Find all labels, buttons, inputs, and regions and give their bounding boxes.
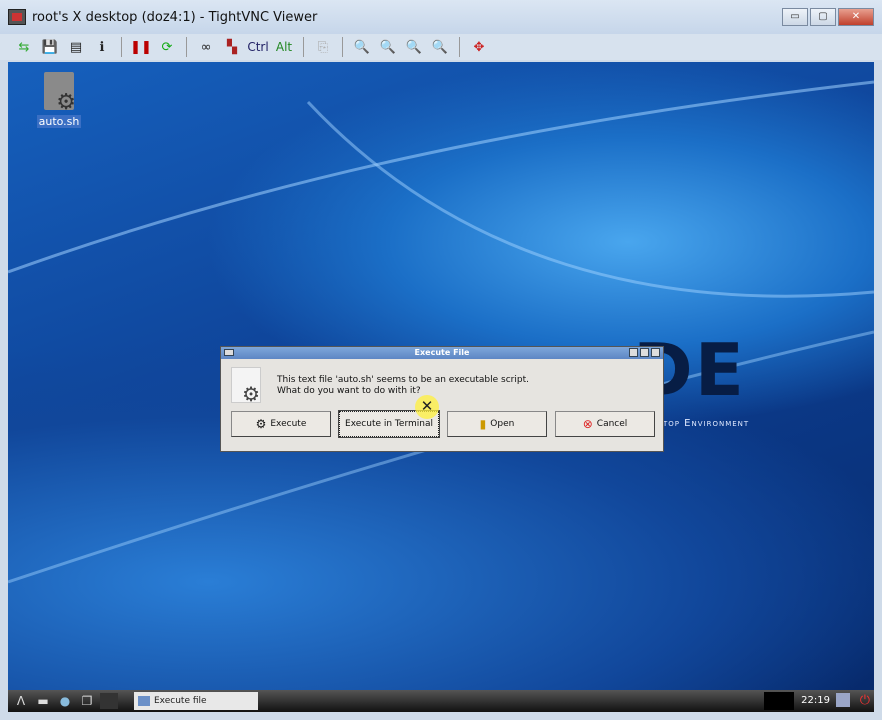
execute-file-dialog: Execute File This text file 'auto.sh' se…: [220, 346, 664, 452]
fullscreen-icon[interactable]: ✥: [469, 37, 489, 57]
workspace-pager[interactable]: [100, 693, 118, 709]
vnc-viewer-window: root's X desktop (doz4:1) - TightVNC Vie…: [0, 0, 882, 720]
open-label: Open: [490, 419, 515, 429]
new-connection-icon[interactable]: ⇆: [14, 37, 34, 57]
taskbar-item-execute-file[interactable]: Execute file: [134, 692, 258, 710]
toolbar-divider: [121, 37, 122, 57]
window-title: root's X desktop (doz4:1) - TightVNC Vie…: [32, 9, 318, 25]
ctrl-alt-del-icon[interactable]: ∞: [196, 37, 216, 57]
zoom-out-icon[interactable]: 🔍: [378, 37, 398, 57]
vnc-toolbar: ⇆ 💾 ▤ ℹ ❚❚ ⟳ ∞ ▚ Ctrl Alt ⎘ 🔍 🔍 🔍 🔍 ✥: [0, 34, 882, 60]
toolbar-divider: [303, 37, 304, 57]
maximize-button[interactable]: ▢: [810, 8, 836, 26]
pause-icon[interactable]: ❚❚: [130, 37, 152, 57]
tightvnc-icon: [8, 9, 26, 25]
window-icon: [138, 696, 150, 706]
window-bottom-border: [0, 712, 882, 720]
cancel-icon: ⊗: [582, 417, 593, 431]
window-titlebar: root's X desktop (doz4:1) - TightVNC Vie…: [0, 0, 882, 34]
ctrl-key-button[interactable]: Ctrl: [247, 37, 268, 57]
dialog-maximize-button[interactable]: [640, 348, 649, 357]
execute-label: Execute: [270, 419, 307, 429]
zoom-in-icon[interactable]: 🔍: [352, 37, 372, 57]
dialog-titlebar: Execute File: [221, 347, 663, 359]
dialog-message-line2: What do you want to do with it?: [277, 386, 421, 396]
desktop-icon-label: auto.sh: [36, 115, 82, 128]
dialog-title: Execute File: [414, 348, 470, 357]
close-button[interactable]: ✕: [838, 8, 874, 26]
open-icon: ▮: [479, 417, 487, 431]
alt-key-button[interactable]: Alt: [274, 37, 294, 57]
cancel-label: Cancel: [596, 419, 628, 429]
browser-icon[interactable]: ●: [56, 693, 74, 709]
execute-in-terminal-label: Execute in Terminal: [345, 419, 433, 429]
zoom-fit-icon[interactable]: 🔍: [430, 37, 450, 57]
file-manager-icon[interactable]: ▬: [34, 693, 52, 709]
mouse-cursor-highlight: ✕: [415, 395, 439, 419]
lxde-logo-subtext: top Environment: [663, 418, 750, 429]
lxde-menu-icon[interactable]: Λ: [12, 693, 30, 709]
dialog-message-line1: This text file 'auto.sh' seems to be an …: [277, 375, 529, 385]
toolbar-divider: [342, 37, 343, 57]
options-icon[interactable]: ▤: [66, 37, 86, 57]
script-file-icon: [44, 72, 76, 114]
save-icon[interactable]: 💾: [40, 37, 60, 57]
toolbar-divider: [186, 37, 187, 57]
toolbar-divider: [459, 37, 460, 57]
power-icon[interactable]: ⏻: [860, 693, 870, 708]
clipboard-icon[interactable]: ⎘: [313, 37, 333, 57]
minimize-button[interactable]: ▭: [782, 8, 808, 26]
gear-icon: ⚙: [255, 417, 267, 431]
script-file-icon: [231, 367, 261, 404]
desktop-icon-auto-sh[interactable]: auto.sh: [34, 72, 84, 129]
cancel-button[interactable]: ⊗ Cancel: [555, 411, 655, 437]
open-button[interactable]: ▮ Open: [447, 411, 547, 437]
tray-area: [764, 692, 794, 710]
info-icon[interactable]: ℹ: [92, 37, 112, 57]
zoom-100-icon[interactable]: 🔍: [404, 37, 424, 57]
dialog-close-button[interactable]: [651, 348, 660, 357]
execute-button[interactable]: ⚙ Execute: [231, 411, 331, 437]
refresh-icon[interactable]: ⟳: [157, 37, 177, 57]
start-menu-icon[interactable]: ▚: [222, 37, 242, 57]
network-icon[interactable]: [836, 693, 850, 707]
taskbar-item-label: Execute file: [154, 696, 207, 706]
lxde-panel: Λ ▬ ● ❐ Execute file 22:19 ⏻: [8, 690, 874, 712]
dialog-minimize-button[interactable]: [629, 348, 638, 357]
window-menu-icon[interactable]: [224, 349, 234, 356]
desktop-switch-icon[interactable]: ❐: [78, 693, 96, 709]
clock[interactable]: 22:19: [801, 694, 830, 708]
